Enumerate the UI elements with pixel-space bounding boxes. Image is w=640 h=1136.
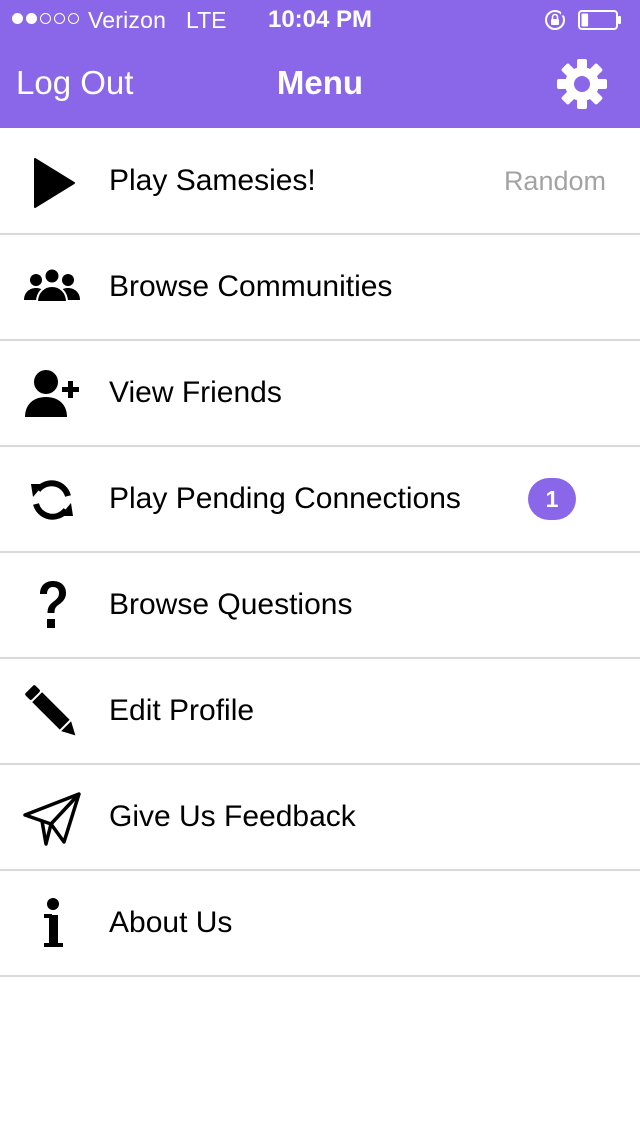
menu-item-label: Give Us Feedback (109, 800, 356, 833)
menu-item-label: Browse Communities (109, 270, 393, 303)
navigation-bar: Log Out Menu (0, 40, 640, 128)
menu-item-label: Edit Profile (109, 694, 255, 727)
status-bar: Verizon LTE 10:04 PM (0, 0, 640, 40)
menu-item-browse-communities[interactable]: Browse Communities (0, 235, 640, 341)
pencil-icon (25, 685, 76, 736)
menu-item-play-samesies[interactable]: Play Samesies! Random (0, 129, 640, 235)
refresh-icon (31, 480, 73, 520)
question-icon (40, 581, 66, 628)
group-icon (24, 267, 80, 303)
menu-item-browse-questions[interactable]: Browse Questions (0, 553, 640, 659)
paper-plane-icon (23, 792, 81, 846)
menu-list: Play Samesies! Random Browse Communities (0, 129, 640, 977)
gear-icon[interactable] (556, 58, 608, 110)
menu-item-play-pending-connections[interactable]: Play Pending Connections 1 (0, 447, 640, 553)
notification-badge: 1 (528, 478, 576, 520)
menu-item-label: About Us (109, 906, 233, 939)
menu-item-label: Play Samesies! (109, 164, 316, 197)
add-friend-icon (25, 370, 79, 417)
mode-detail: Random (503, 166, 606, 196)
rotation-lock-icon (545, 10, 566, 30)
menu-item-view-friends[interactable]: View Friends (0, 341, 640, 447)
menu-item-label: Browse Questions (109, 588, 353, 621)
info-icon (44, 898, 63, 947)
menu-item-label: Play Pending Connections (109, 482, 461, 515)
play-icon (34, 158, 75, 208)
page-title: Menu (276, 64, 364, 101)
menu-screen: Verizon LTE 10:04 PM Log Out Menu Play S… (0, 0, 640, 1136)
menu-item-about-us[interactable]: About Us (0, 871, 640, 977)
top-bar: Verizon LTE 10:04 PM Log Out Menu (0, 0, 640, 128)
menu-item-label: View Friends (109, 376, 282, 409)
menu-item-give-us-feedback[interactable]: Give Us Feedback (0, 765, 640, 871)
menu-item-edit-profile[interactable]: Edit Profile (0, 659, 640, 765)
battery-icon (578, 10, 621, 30)
